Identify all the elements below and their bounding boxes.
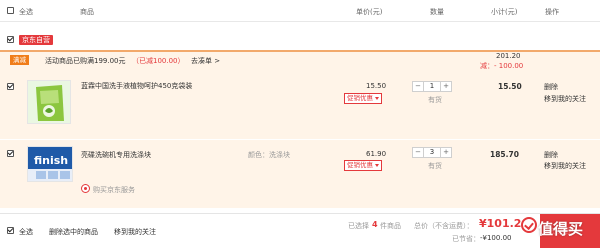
quantity-input[interactable]: 1 [423, 82, 441, 91]
unit-price: 61.90 [366, 150, 387, 158]
promo-add-more-link[interactable]: 去凑单 > [191, 56, 220, 66]
promo-minus: 减：- 100.00 [480, 62, 524, 70]
quantity-stepper[interactable]: − 1 + [412, 81, 452, 92]
stock-status: 有货 [428, 162, 442, 170]
decrease-button[interactable]: − [413, 148, 423, 157]
watermark-text: 值得买 [538, 220, 584, 238]
unit-price-column-header: 单价(元) [356, 8, 383, 16]
product-title[interactable]: 亮碟洗碗机专用洗涤块 [81, 150, 151, 160]
delete-selected-link[interactable]: 删除选中的商品 [49, 227, 98, 237]
item-checkbox[interactable] [7, 150, 14, 157]
promo-dropdown-label: 促销优惠 [347, 161, 373, 169]
footer-select-all-checkbox[interactable] [7, 227, 14, 234]
increase-button[interactable]: + [441, 82, 451, 91]
selected-count-suffix: 件商品 [380, 222, 401, 230]
chevron-down-icon [375, 163, 379, 167]
promo-reduced: （已减100.00） [132, 57, 185, 65]
increase-button[interactable]: + [441, 148, 451, 157]
product-thumbnail[interactable] [27, 80, 71, 124]
move-to-follow-link[interactable]: 移到我的关注 [544, 94, 586, 104]
promo-dropdown[interactable]: 促销优惠 [344, 160, 382, 171]
buy-service-link[interactable]: 购买京东服务 [93, 185, 135, 195]
product-attribute: 颜色：洗涤块 [248, 151, 290, 159]
promo-type-badge: 满减 [10, 55, 29, 65]
item-subtotal: 15.50 [498, 82, 522, 91]
promo-dropdown[interactable]: 促销优惠 [344, 93, 382, 104]
delete-link[interactable]: 删除 [544, 82, 558, 92]
service-icon [81, 184, 90, 193]
selected-count: 4 [372, 220, 378, 229]
move-to-follow-link[interactable]: 移到我的关注 [544, 161, 586, 171]
shop-name-badge[interactable]: 京东自营 [19, 35, 53, 45]
action-column-header: 操作 [545, 8, 559, 16]
subtotal-column-header: 小计(元) [491, 8, 518, 16]
shop-checkbox[interactable] [7, 36, 14, 43]
total-label: 总价（不含运费）： [414, 222, 474, 230]
selected-count-prefix: 已选择 [348, 222, 369, 230]
svg-text:finish: finish [34, 154, 68, 167]
promo-total: 201.20 [496, 52, 521, 60]
product-thumbnail[interactable]: finish [27, 146, 73, 182]
cart-header: 全选 商品 单价(元) 数量 小计(元) 操作 [0, 0, 600, 22]
saved-amount: -¥100.00 [480, 234, 512, 242]
quantity-stepper[interactable]: − 3 + [412, 147, 452, 158]
quantity-input[interactable]: 3 [423, 148, 441, 157]
unit-price: 15.50 [366, 82, 387, 90]
select-all-checkbox[interactable] [7, 7, 14, 14]
saved-label: 已节省： [452, 235, 480, 243]
promo-text: 活动商品已购满199.00元 [45, 57, 126, 65]
decrease-button[interactable]: − [413, 82, 423, 91]
item-subtotal: 185.70 [490, 150, 519, 159]
footer-select-all-label: 全选 [19, 228, 33, 236]
watermark-badge-icon [521, 217, 537, 233]
stock-status: 有货 [428, 96, 442, 104]
item-checkbox[interactable] [7, 83, 14, 90]
promo-dropdown-label: 促销优惠 [347, 94, 373, 102]
select-all-label: 全选 [19, 8, 33, 16]
quantity-column-header: 数量 [430, 8, 444, 16]
chevron-down-icon [375, 96, 379, 100]
move-to-follow-all-link[interactable]: 移到我的关注 [114, 227, 156, 237]
delete-link[interactable]: 删除 [544, 150, 558, 160]
product-column-header: 商品 [80, 8, 94, 16]
shop-row [0, 30, 600, 48]
product-title[interactable]: 蓝霖中国洗手液植物呵护450克袋装 [81, 82, 231, 91]
